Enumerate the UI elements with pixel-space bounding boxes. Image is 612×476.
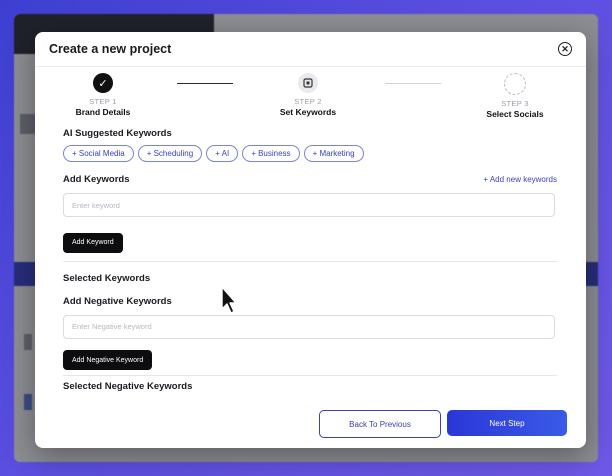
ai-keyword-chips: + Social Media + Scheduling + AI + Busin… xyxy=(63,145,557,162)
chip-ai[interactable]: + AI xyxy=(206,145,239,162)
chip-scheduling[interactable]: + Scheduling xyxy=(137,145,203,162)
check-icon: ✓ xyxy=(93,73,113,93)
chip-business[interactable]: + Business xyxy=(242,145,300,162)
chip-social-media[interactable]: + Social Media xyxy=(63,145,134,162)
step-set-keywords[interactable]: STEP 2 Set Keywords xyxy=(248,73,368,117)
add-negative-keyword-row: Add Negative Keyword xyxy=(63,349,557,370)
step-label: Select Socials xyxy=(486,109,544,119)
keywords-form: AI Suggested Keywords + Social Media + S… xyxy=(63,128,557,392)
add-keyword-row: Add Keyword xyxy=(63,231,557,253)
mouse-cursor-icon xyxy=(220,285,238,320)
step-label: Set Keywords xyxy=(279,107,337,117)
ai-keywords-title: AI Suggested Keywords xyxy=(63,128,172,139)
divider xyxy=(63,375,557,376)
negative-keyword-input[interactable]: Enter Negative keyword xyxy=(63,314,555,339)
step-number: STEP 1 xyxy=(89,97,117,106)
step-number: STEP 3 xyxy=(501,99,529,108)
dashed-circle-icon xyxy=(504,73,526,95)
add-keywords-title: Add Keywords xyxy=(63,174,130,185)
add-negative-keyword-button[interactable]: Add Negative Keyword xyxy=(63,350,153,370)
add-keywords-header: Add Keywords + Add new keywords xyxy=(63,174,557,185)
modal-header: Create a new project ✕ xyxy=(35,32,586,67)
modal-title: Create a new project xyxy=(49,42,172,56)
close-icon[interactable]: ✕ xyxy=(558,42,572,56)
next-step-button[interactable]: Next Step xyxy=(447,410,567,436)
selected-keywords-title: Selected Keywords xyxy=(63,272,151,284)
step-connector xyxy=(385,83,441,84)
step-brand-details[interactable]: ✓ STEP 1 Brand Details xyxy=(43,73,163,117)
chip-marketing[interactable]: + Marketing xyxy=(303,145,364,162)
stepper: ✓ STEP 1 Brand Details STEP 2 Set Keywor… xyxy=(35,67,586,127)
step-connector xyxy=(177,83,233,84)
step-label: Brand Details xyxy=(75,107,131,117)
add-new-keywords-link[interactable]: + Add new keywords xyxy=(483,175,557,184)
keyword-input[interactable]: Enter keyword xyxy=(63,193,555,217)
step-number: STEP 2 xyxy=(294,97,322,106)
step-select-socials[interactable]: STEP 3 Select Socials xyxy=(455,73,575,119)
selected-negative-keywords-title: Selected Negative Keywords xyxy=(63,381,193,392)
divider xyxy=(63,260,557,262)
square-dot-icon xyxy=(298,73,318,93)
back-button[interactable]: Back To Previous xyxy=(319,410,441,438)
add-keyword-button[interactable]: Add Keyword xyxy=(63,232,123,253)
create-project-modal: Create a new project ✕ ✓ STEP 1 Brand De… xyxy=(35,32,586,448)
negative-keywords-title: Add Negative Keywords xyxy=(63,295,172,307)
